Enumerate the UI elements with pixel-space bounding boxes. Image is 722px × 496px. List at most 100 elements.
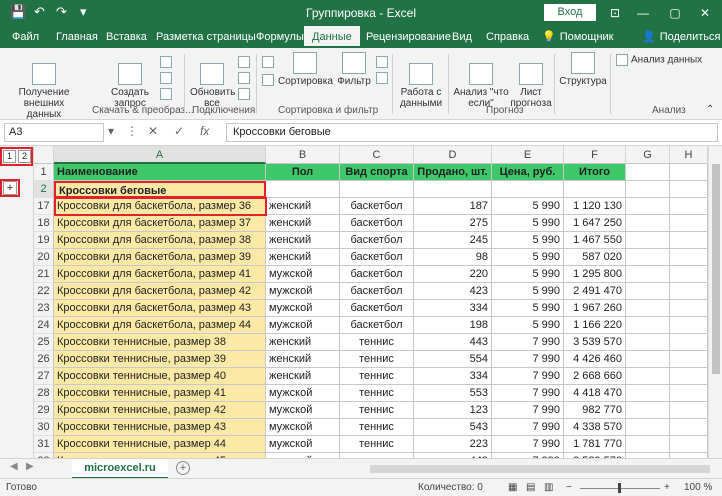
cell[interactable]: 334 — [414, 368, 492, 385]
cell[interactable] — [626, 232, 670, 249]
cell[interactable]: теннис — [340, 402, 414, 419]
row-header[interactable]: 17 — [34, 198, 54, 215]
tab-assistant[interactable]: 💡 Помощник — [542, 26, 614, 48]
cell[interactable]: теннис — [340, 351, 414, 368]
cell[interactable]: 98 — [414, 249, 492, 266]
cell[interactable] — [492, 181, 564, 198]
cell[interactable] — [670, 164, 708, 181]
cell[interactable]: 1 166 220 — [564, 317, 626, 334]
cell[interactable]: Итого — [564, 164, 626, 181]
cell[interactable] — [670, 198, 708, 215]
cell[interactable]: мужской — [266, 419, 340, 436]
cell[interactable]: Кроссовки для баскетбола, размер 38 — [54, 232, 266, 249]
cell[interactable]: 5 990 — [492, 215, 564, 232]
refresh-all-button[interactable]: Обновить все — [190, 52, 235, 109]
tab-formulas[interactable]: Формулы — [256, 26, 304, 48]
cell[interactable] — [626, 317, 670, 334]
cell[interactable]: 1 647 250 — [564, 215, 626, 232]
prev-sheet-icon[interactable]: ◀ — [10, 461, 18, 472]
tab-home[interactable]: Главная — [56, 26, 98, 48]
cell[interactable] — [670, 181, 708, 198]
row-header[interactable]: 1 — [34, 164, 54, 181]
column-header-b[interactable]: B — [266, 146, 340, 164]
cell[interactable]: 7 990 — [492, 334, 564, 351]
cell[interactable] — [564, 181, 626, 198]
cell[interactable]: теннис — [340, 436, 414, 453]
cell[interactable]: мужской — [266, 300, 340, 317]
row-header[interactable]: 24 — [34, 317, 54, 334]
cell[interactable]: 7 990 — [492, 436, 564, 453]
cell[interactable]: мужской — [266, 317, 340, 334]
cell[interactable]: 553 — [414, 385, 492, 402]
cell[interactable]: 334 — [414, 300, 492, 317]
cell[interactable]: Кроссовки теннисные, размер 44 — [54, 436, 266, 453]
sort-button[interactable]: Сортировка — [278, 52, 333, 87]
cell[interactable]: теннис — [340, 385, 414, 402]
cell[interactable]: 543 — [414, 419, 492, 436]
cell[interactable]: 5 990 — [492, 232, 564, 249]
cell[interactable]: 245 — [414, 232, 492, 249]
filter-button[interactable]: Фильтр — [334, 52, 374, 87]
cell[interactable]: женский — [266, 334, 340, 351]
cell[interactable] — [670, 266, 708, 283]
cell[interactable]: 1 781 770 — [564, 436, 626, 453]
cell[interactable]: женский — [266, 351, 340, 368]
minimize-button[interactable]: — — [632, 2, 654, 24]
cell[interactable]: женский — [266, 368, 340, 385]
cell[interactable]: 2 491 470 — [564, 283, 626, 300]
cell[interactable]: 2 668 660 — [564, 368, 626, 385]
select-all-corner[interactable] — [34, 146, 54, 164]
cell[interactable]: 5 990 — [492, 249, 564, 266]
cell[interactable] — [266, 181, 340, 198]
sort-az-icon[interactable] — [262, 56, 277, 69]
cell[interactable] — [670, 368, 708, 385]
collapse-ribbon-icon[interactable]: ⌃ — [706, 104, 714, 116]
zoom-slider-thumb[interactable] — [618, 483, 621, 493]
column-header-e[interactable]: E — [492, 146, 564, 164]
cell[interactable]: 187 — [414, 198, 492, 215]
cell[interactable]: 1 967 260 — [564, 300, 626, 317]
cell[interactable] — [626, 198, 670, 215]
row-header[interactable]: 21 — [34, 266, 54, 283]
expand-group-button[interactable]: + — [3, 181, 17, 195]
data-analysis-button[interactable]: Анализ данных — [616, 54, 702, 67]
cell[interactable] — [626, 181, 670, 198]
cell[interactable]: Кроссовки теннисные, размер 42 — [54, 402, 266, 419]
page-break-view-icon[interactable]: ▥ — [544, 482, 553, 493]
tab-data[interactable]: Данные — [304, 26, 360, 48]
row-header[interactable]: 19 — [34, 232, 54, 249]
cell[interactable]: Кроссовки для баскетбола, размер 42 — [54, 283, 266, 300]
cell[interactable]: Кроссовки теннисные, размер 43 — [54, 419, 266, 436]
cell[interactable]: Кроссовки для баскетбола, размер 37 — [54, 215, 266, 232]
cell[interactable] — [670, 249, 708, 266]
cell[interactable] — [626, 419, 670, 436]
column-header-a[interactable]: A — [54, 146, 266, 164]
normal-view-icon[interactable]: ▦ — [508, 482, 517, 493]
cell[interactable]: 982 770 — [564, 402, 626, 419]
cancel-icon[interactable]: ✕ — [148, 124, 158, 138]
cell[interactable]: 1 295 800 — [564, 266, 626, 283]
cell[interactable]: 7 990 — [492, 419, 564, 436]
cell[interactable] — [626, 266, 670, 283]
page-layout-view-icon[interactable]: ▤ — [526, 482, 535, 493]
cell[interactable]: Кроссовки теннисные, размер 39 — [54, 351, 266, 368]
row-header[interactable]: 27 — [34, 368, 54, 385]
name-box[interactable]: A3 — [4, 123, 104, 142]
cell[interactable] — [670, 215, 708, 232]
cell[interactable]: 7 990 — [492, 385, 564, 402]
selected-cell[interactable]: Кроссовки беговые — [54, 181, 266, 198]
cell[interactable]: 587 020 — [564, 249, 626, 266]
column-header-d[interactable]: D — [414, 146, 492, 164]
cell[interactable]: 1 120 130 — [564, 198, 626, 215]
function-icon[interactable]: fx — [200, 124, 209, 138]
cell[interactable]: женский — [266, 249, 340, 266]
cell[interactable]: 423 — [414, 283, 492, 300]
cell[interactable] — [626, 436, 670, 453]
cell[interactable]: женский — [266, 232, 340, 249]
zoom-level[interactable]: 100 % — [684, 482, 712, 493]
horizontal-scrollbar[interactable] — [370, 465, 710, 473]
cell[interactable]: Наименование — [54, 164, 266, 181]
cell[interactable] — [670, 351, 708, 368]
formula-input[interactable]: Кроссовки беговые — [226, 123, 718, 142]
share-button[interactable]: 👤 Поделиться — [642, 26, 720, 48]
